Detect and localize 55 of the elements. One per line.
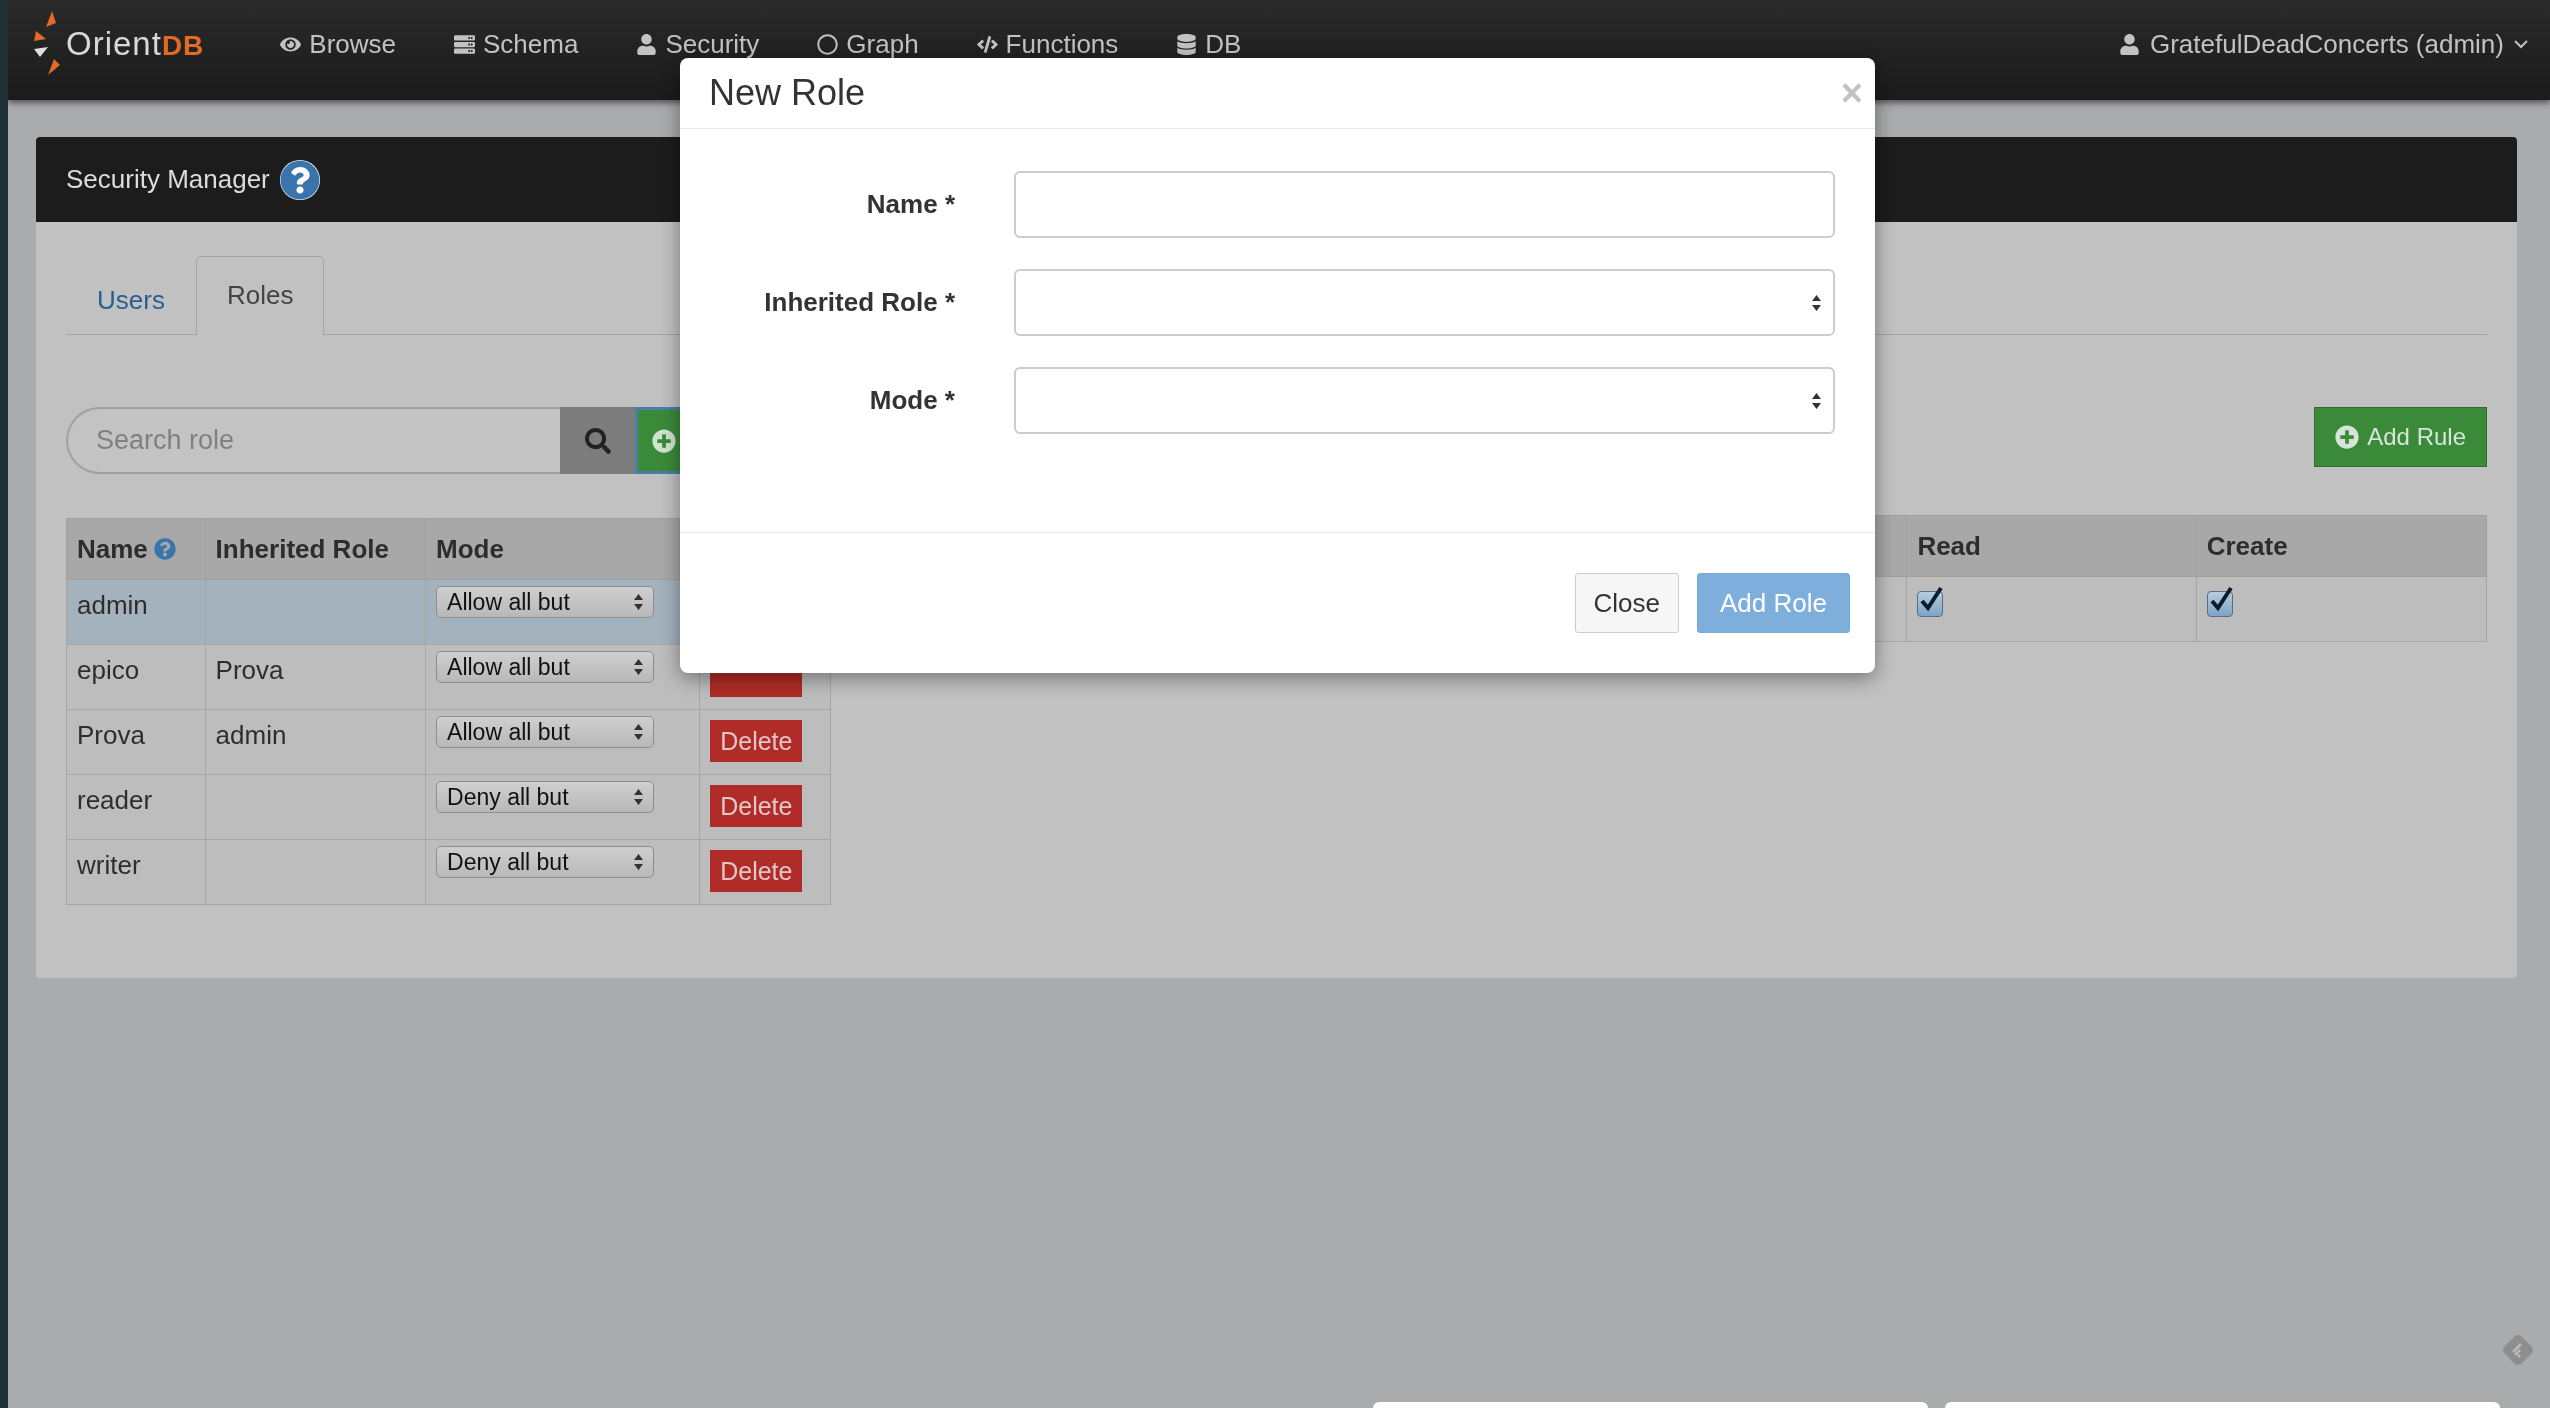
nav-link[interactable]: Security [636, 29, 760, 59]
nav-link[interactable]: Browse [280, 29, 397, 59]
delete-button[interactable]: Delete [710, 850, 803, 892]
user-icon [636, 33, 658, 55]
help-icon[interactable] [279, 159, 320, 200]
table-cell: admin [66, 579, 206, 645]
table-cell: Prova [205, 644, 426, 710]
code-icon [976, 33, 998, 55]
delete-button[interactable]: Delete [710, 785, 803, 827]
tab[interactable]: Roles [195, 256, 325, 335]
updown-arrows-icon [1812, 294, 1821, 311]
orientdb-logo[interactable]: OrientDB [32, 9, 205, 79]
field-label: Mode * [868, 385, 955, 416]
updown-arrows-icon [634, 789, 644, 805]
user-menu[interactable]: GratefulDeadConcerts (admin) [2118, 29, 2528, 59]
nav-link[interactable]: Functions [976, 29, 1119, 59]
column-header: Create [2196, 515, 2487, 577]
mode-select[interactable]: Allow all but [436, 651, 655, 683]
updown-arrows-icon [1812, 392, 1821, 409]
panel-title: Security Manager [66, 164, 270, 195]
database-icon [1176, 33, 1198, 55]
mode-select[interactable]: Allow all but [436, 716, 655, 748]
updown-arrows-icon [634, 854, 644, 870]
updown-arrows-icon [634, 594, 644, 610]
updown-arrows-icon [634, 659, 644, 675]
nav-link[interactable]: Graph [817, 29, 919, 59]
chevron-down-icon [2514, 39, 2528, 49]
updown-arrows-icon [634, 724, 644, 740]
column-header: Read [1906, 515, 2197, 577]
user-icon [2118, 33, 2140, 55]
mode-select[interactable]: Allow all but [436, 586, 655, 618]
field-label: Inherited Role * [763, 287, 955, 318]
delete-button[interactable]: Delete [710, 720, 803, 762]
table-cell: epico [66, 644, 206, 710]
nav-link[interactable]: Schema [454, 29, 579, 59]
table-cell: reader [66, 774, 206, 840]
mode-select[interactable]: Deny all but [436, 781, 655, 813]
close-button[interactable]: Close [1574, 573, 1680, 633]
input-field[interactable] [1014, 171, 1835, 238]
table-cell: Prova [66, 709, 206, 775]
search-field[interactable]: Search role [66, 407, 560, 474]
mode-select[interactable]: Deny all but [436, 846, 655, 878]
select-field[interactable] [1014, 269, 1835, 336]
nav-link[interactable]: DB [1176, 29, 1242, 59]
column-header: Inherited Role [205, 518, 426, 580]
list-icon [454, 33, 476, 55]
search-icon [584, 427, 611, 454]
tab[interactable]: Users [66, 264, 196, 335]
table-cell: admin [205, 709, 426, 775]
dialog-title: New Role [709, 72, 866, 114]
search-button[interactable] [560, 407, 635, 474]
column-header: Name [66, 518, 206, 580]
field-label: Name * [865, 189, 955, 220]
table-cell: writer [66, 839, 206, 905]
select-field[interactable] [1014, 367, 1835, 434]
